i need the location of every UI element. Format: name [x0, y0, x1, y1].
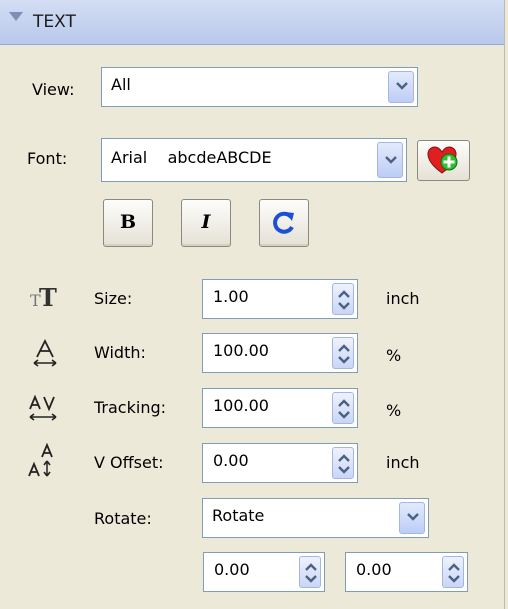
- rotate-select-value: Rotate: [212, 506, 265, 525]
- view-label: View:: [32, 80, 75, 99]
- text-size-icon: T T: [30, 284, 57, 310]
- rotate-y-value: 0.00: [356, 560, 392, 579]
- rotate-x-spinner[interactable]: [299, 556, 321, 588]
- svg-text:T: T: [39, 284, 57, 310]
- text-width-icon: [33, 338, 57, 367]
- width-label: Width:: [94, 343, 146, 362]
- tracking-spinner[interactable]: [332, 392, 354, 424]
- spinner-icon: [305, 563, 317, 583]
- tracking-label: Tracking:: [94, 398, 166, 417]
- add-favorite-font-button[interactable]: [417, 140, 470, 181]
- view-select-value: All: [111, 75, 131, 94]
- bold-button[interactable]: B: [103, 199, 153, 247]
- font-select[interactable]: Arial abcdeABCDE: [101, 138, 407, 182]
- font-select-value: Arial abcdeABCDE: [111, 148, 272, 167]
- voffset-spinner[interactable]: [332, 447, 354, 479]
- section-header[interactable]: TEXT: [0, 0, 504, 45]
- font-dropdown-button[interactable]: [377, 142, 403, 178]
- width-unit: %: [386, 346, 402, 365]
- spinner-icon: [448, 563, 460, 583]
- spinner-icon: [338, 399, 350, 419]
- spinner-icon: [338, 290, 350, 310]
- dropdown-arrow-icon: [396, 82, 408, 90]
- size-input[interactable]: 1.00: [202, 279, 358, 319]
- bold-icon: B: [119, 211, 137, 233]
- text-panel: TEXT View: All Font: Arial abcdeABCDE B …: [0, 0, 505, 609]
- size-label: Size:: [94, 289, 133, 308]
- rotate-x-input[interactable]: 0.00: [203, 552, 325, 592]
- collapse-triangle-icon[interactable]: [9, 12, 23, 21]
- view-select[interactable]: All: [101, 67, 418, 107]
- width-input[interactable]: 100.00: [202, 333, 358, 373]
- dropdown-arrow-icon: [385, 156, 397, 164]
- tracking-icon: [29, 394, 57, 421]
- rotate-x-value: 0.00: [214, 560, 250, 579]
- size-input-value: 1.00: [213, 287, 249, 306]
- size-unit: inch: [386, 289, 420, 308]
- spinner-icon: [338, 344, 350, 364]
- italic-button[interactable]: I: [181, 199, 231, 247]
- rotate-select[interactable]: Rotate: [202, 498, 429, 538]
- voffset-label: V Offset:: [94, 453, 164, 472]
- rotate-dropdown-button[interactable]: [399, 502, 425, 534]
- view-dropdown-button[interactable]: [388, 71, 414, 103]
- tracking-input-value: 100.00: [213, 396, 269, 415]
- reset-button[interactable]: [259, 199, 309, 247]
- spinner-icon: [338, 454, 350, 474]
- tracking-unit: %: [386, 401, 402, 420]
- add-favorite-icon: [427, 146, 458, 174]
- voffset-input-value: 0.00: [213, 451, 249, 470]
- tracking-input[interactable]: 100.00: [202, 388, 358, 428]
- rotate-label: Rotate:: [94, 509, 152, 528]
- voffset-unit: inch: [386, 453, 420, 472]
- rotate-y-input[interactable]: 0.00: [345, 552, 468, 592]
- rotate-y-spinner[interactable]: [442, 556, 464, 588]
- dropdown-arrow-icon: [407, 513, 419, 521]
- font-label: Font:: [27, 149, 68, 168]
- italic-icon: I: [201, 211, 211, 233]
- width-spinner[interactable]: [332, 337, 354, 369]
- reset-icon: [273, 211, 294, 234]
- voffset-input[interactable]: 0.00: [202, 443, 358, 483]
- v-offset-icon: [28, 443, 53, 477]
- width-input-value: 100.00: [213, 341, 269, 360]
- section-title: TEXT: [33, 12, 76, 32]
- size-spinner[interactable]: [332, 283, 354, 315]
